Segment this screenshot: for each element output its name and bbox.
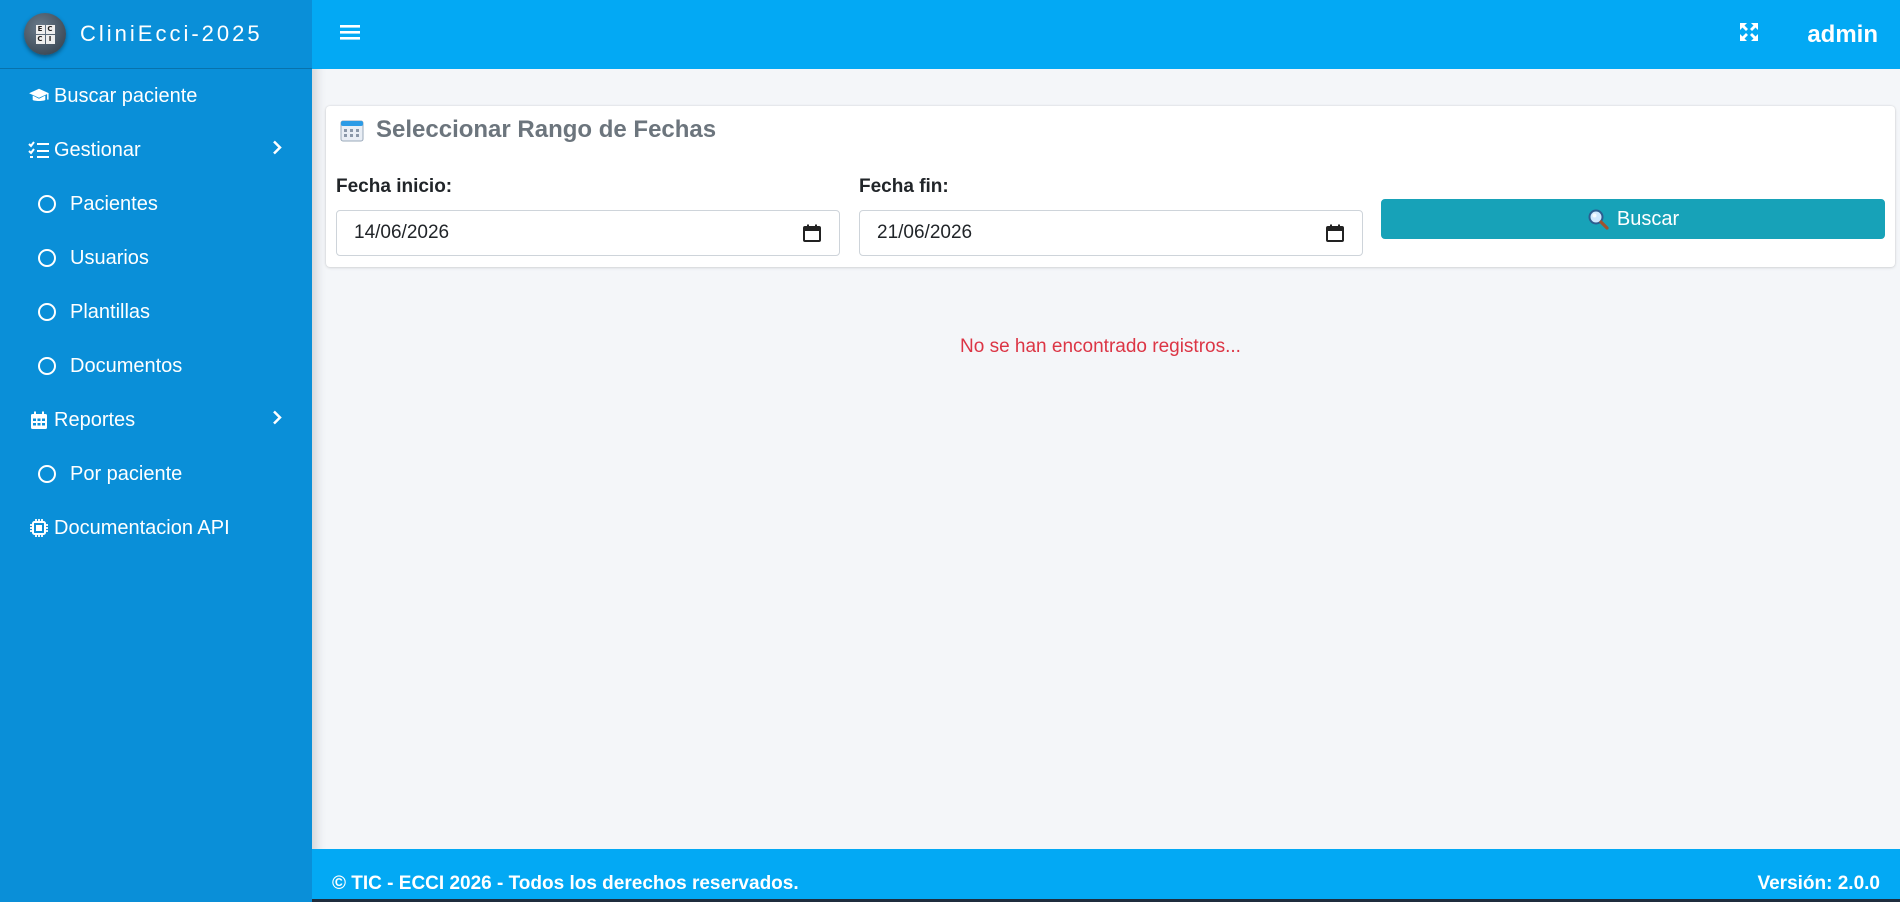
search-button-label: Buscar [1616,207,1680,230]
chevron-right-icon [272,139,282,162]
sidebar-item-label: Plantillas [70,300,151,323]
search-button[interactable]: Buscar [1381,199,1885,239]
footer-copyright: © TIC - ECCI 2026 - Todos los derechos r… [332,873,799,894]
list-check-icon [28,139,50,161]
microchip-icon [28,517,50,539]
sidebar-item-por-paciente[interactable]: Por paciente [0,447,312,501]
circle-icon [36,193,58,215]
brand-logo: E C C I [24,13,66,55]
logo-letter: C [35,34,45,44]
sidebar: E C C I CliniEcci-2025 Buscar paciente G… [0,0,312,902]
sidebar-item-label: Pacientes [70,192,158,215]
sidebar-item-documentos[interactable]: Documentos [0,339,312,393]
sidebar-item-usuarios[interactable]: Usuarios [0,231,312,285]
brand-name: CliniEcci-2025 [80,21,263,46]
sidebar-item-reportes[interactable]: Reportes [0,393,312,447]
circle-icon [36,463,58,485]
start-date-label: Fecha inicio: [336,176,453,197]
calendar-picker-icon[interactable] [1326,224,1344,248]
sidebar-item-pacientes[interactable]: Pacientes [0,177,312,231]
end-date-input[interactable]: 21/06/2026 [859,210,1363,256]
sidebar-item-label: Documentos [70,354,183,377]
calendar-picker-icon[interactable] [803,224,821,248]
calendar-icon [28,409,50,431]
end-date-value: 21/06/2026 [877,222,973,243]
sidebar-item-label: Buscar paciente [54,84,198,107]
magnifier-icon [1587,208,1609,230]
circle-icon [36,355,58,377]
logo-letter: I [45,34,55,44]
sidebar-item-label: Documentacion API [54,516,230,539]
topbar: admin [312,0,1900,69]
card-title: Seleccionar Rango de Fechas [340,116,716,144]
start-date-value: 14/06/2026 [354,222,450,243]
footer: © TIC - ECCI 2026 - Todos los derechos r… [312,849,1900,902]
empty-results-message: No se han encontrado registros... [960,336,1241,357]
sidebar-nav: Buscar paciente Gestionar Pacientes Usua… [0,69,312,555]
sidebar-item-plantillas[interactable]: Plantillas [0,285,312,339]
menu-toggle-icon[interactable] [340,23,364,46]
date-range-card: Seleccionar Rango de Fechas Fecha inicio… [326,106,1895,267]
sidebar-item-gestionar[interactable]: Gestionar [0,123,312,177]
end-date-label: Fecha fin: [859,176,949,197]
logo-letter: E [35,24,45,34]
logo-letter: C [45,24,55,34]
sidebar-item-label: Reportes [54,408,136,431]
user-menu[interactable]: admin [1807,21,1878,49]
circle-icon [36,301,58,323]
fullscreen-icon[interactable] [1739,22,1759,47]
sidebar-item-buscar-paciente[interactable]: Buscar paciente [0,69,312,123]
circle-icon [36,247,58,269]
sidebar-item-label: Gestionar [54,138,141,161]
sidebar-item-label: Usuarios [70,246,149,269]
chevron-right-icon [272,409,282,432]
sidebar-item-documentacion-api[interactable]: Documentacion API [0,501,312,555]
calendar-icon [340,118,364,142]
graduation-cap-icon [28,85,50,107]
start-date-input[interactable]: 14/06/2026 [336,210,840,256]
brand[interactable]: E C C I CliniEcci-2025 [0,0,312,69]
card-title-text: Seleccionar Rango de Fechas [376,116,717,143]
footer-version: Versión: 2.0.0 [1757,873,1880,894]
sidebar-item-label: Por paciente [70,462,183,485]
